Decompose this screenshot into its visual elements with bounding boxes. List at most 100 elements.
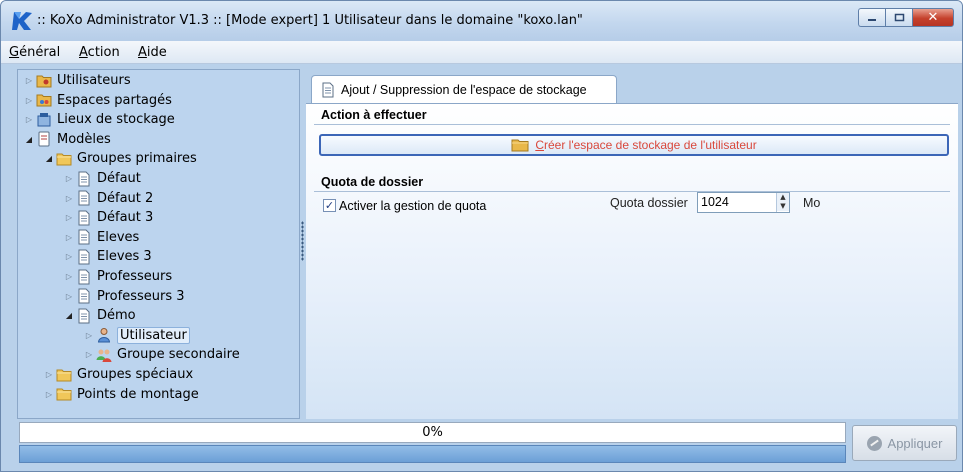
user-icon <box>96 327 112 343</box>
collapsed-arrow-icon[interactable]: ▷ <box>64 272 74 281</box>
stepper-down-icon[interactable]: ▼ <box>777 202 789 211</box>
tree-item-label: Utilisateur <box>117 326 190 344</box>
collapsed-arrow-icon[interactable]: ▷ <box>64 292 74 301</box>
apply-icon <box>866 435 882 451</box>
quota-unit: Mo <box>803 196 821 210</box>
menu-general[interactable]: Général <box>9 45 60 60</box>
tree-item-label: Eleves <box>97 229 140 245</box>
collapsed-arrow-icon[interactable]: ▷ <box>64 194 74 203</box>
document-icon <box>76 288 92 304</box>
tree-item[interactable]: ◢ Groupes primaires <box>44 149 197 168</box>
navigation-tree[interactable]: ▷ Utilisateurs ▷ Espaces partagés ▷ Lieux de … <box>17 69 300 419</box>
tree-item[interactable]: ▷ Professeurs <box>64 267 172 286</box>
tree-item-label: Points de montage <box>77 386 199 402</box>
tree-item[interactable]: ▷ Professeurs 3 <box>64 287 185 306</box>
status-bar <box>19 445 846 463</box>
tree-item-label: Groupes spéciaux <box>77 367 194 382</box>
collapsed-arrow-icon[interactable]: ▷ <box>24 115 34 124</box>
expanded-arrow-icon[interactable]: ◢ <box>44 154 54 163</box>
minimize-icon <box>867 19 876 21</box>
tree-item[interactable]: ▷ Points de montage <box>44 385 199 404</box>
create-storage-label: Créer l'espace de stockage de l'utilisat… <box>535 138 757 152</box>
expanded-arrow-icon[interactable]: ◢ <box>64 311 74 320</box>
group-icon <box>96 347 112 363</box>
progress-bar: 0% <box>19 422 846 443</box>
tree-item[interactable]: ▷ Lieux de stockage <box>24 110 175 129</box>
collapsed-arrow-icon[interactable]: ▷ <box>44 370 54 379</box>
maximize-button[interactable] <box>885 8 912 27</box>
close-icon: ✕ <box>927 10 939 25</box>
tree-item-label: Défaut 3 <box>97 210 154 226</box>
progress-text: 0% <box>422 425 443 440</box>
tree-item[interactable]: ▷ Défaut 3 <box>64 208 153 227</box>
tree-item-label: Lieux de stockage <box>57 112 175 128</box>
apply-label: Appliquer <box>887 435 943 451</box>
tree-item[interactable]: ▷ Eleves <box>64 228 139 247</box>
tab-label: Ajout / Suppression de l'espace de stock… <box>341 82 587 97</box>
content-pane: Ajout / Suppression de l'espace de stock… <box>306 69 958 419</box>
tree-item[interactable]: ◢ Démo <box>64 306 136 325</box>
collapsed-arrow-icon[interactable]: ▷ <box>24 96 34 105</box>
collapsed-arrow-icon[interactable]: ▷ <box>64 174 74 183</box>
tree-item-label: Défaut 2 <box>97 190 154 206</box>
tree-item[interactable]: ▷ Utilisateur <box>84 326 190 345</box>
tree-item-label: Professeurs <box>97 269 173 284</box>
collapsed-arrow-icon[interactable]: ▷ <box>64 233 74 242</box>
tab-panel: Action à effectuer Créer l'espace de sto… <box>306 103 958 419</box>
window-controls: ✕ <box>858 8 954 27</box>
koxo-logo-icon <box>12 12 32 30</box>
quota-checkbox-label: Activer la gestion de quota <box>339 199 487 213</box>
document-icon <box>76 229 92 245</box>
splitter-handle[interactable] <box>301 221 304 261</box>
tree-item-label: Utilisateurs <box>57 73 131 88</box>
collapsed-arrow-icon[interactable]: ▷ <box>44 390 54 399</box>
tree-item[interactable]: ▷ Groupe secondaire <box>84 345 240 364</box>
tree-item-label: Groupes primaires <box>77 151 197 167</box>
tree-item-label: Professeurs 3 <box>97 288 185 304</box>
stepper-up-icon[interactable]: ▲ <box>777 193 789 202</box>
menu-action[interactable]: Action <box>79 45 120 60</box>
tree-item-label: Groupe secondaire <box>117 347 240 363</box>
tree-item-label: Espaces partagés <box>57 92 172 108</box>
menu-aide[interactable]: Aide <box>138 45 167 60</box>
collapsed-arrow-icon[interactable]: ▷ <box>24 76 34 85</box>
tree-item[interactable]: ▷ Groupes spéciaux <box>44 365 193 384</box>
apply-button[interactable]: Appliquer <box>852 425 957 461</box>
quota-checkbox[interactable]: ✓ <box>323 199 336 212</box>
tree-item-label: Démo <box>97 308 136 324</box>
quota-stepper[interactable]: ▲ ▼ <box>776 193 789 212</box>
shared-space-icon <box>36 92 52 108</box>
close-button[interactable]: ✕ <box>912 8 954 27</box>
tree-item[interactable]: ▷ Utilisateurs <box>24 71 131 90</box>
tree-item[interactable]: ▷ Eleves 3 <box>64 247 152 266</box>
document-icon <box>76 171 92 187</box>
tree-item[interactable]: ▷ Défaut 2 <box>64 189 153 208</box>
collapsed-arrow-icon[interactable]: ▷ <box>64 213 74 222</box>
tree-item-label: Défaut <box>97 171 141 186</box>
tab-storage[interactable]: Ajout / Suppression de l'espace de stock… <box>311 75 617 103</box>
templates-icon <box>36 131 52 147</box>
tree-item[interactable]: ▷ Défaut <box>64 169 141 188</box>
checkmark-icon: ✓ <box>324 199 335 212</box>
folder-icon <box>511 139 529 152</box>
window-title: :: KoXo Administrator V1.3 :: [Mode expe… <box>37 13 583 28</box>
document-icon <box>322 82 334 97</box>
tree-item-label: Eleves 3 <box>97 249 152 265</box>
expanded-arrow-icon[interactable]: ◢ <box>24 135 34 144</box>
collapsed-arrow-icon[interactable]: ▷ <box>84 331 94 340</box>
title-bar[interactable]: :: KoXo Administrator V1.3 :: [Mode expe… <box>1 1 962 41</box>
tree-item[interactable]: ▷ Espaces partagés <box>24 91 172 110</box>
document-icon <box>76 249 92 265</box>
create-storage-button[interactable]: Créer l'espace de stockage de l'utilisat… <box>319 134 949 156</box>
tree-item[interactable]: ◢ Modèles <box>24 130 111 149</box>
collapsed-arrow-icon[interactable]: ▷ <box>84 350 94 359</box>
collapsed-arrow-icon[interactable]: ▷ <box>64 252 74 261</box>
main-window: :: KoXo Administrator V1.3 :: [Mode expe… <box>0 0 963 472</box>
minimize-button[interactable] <box>858 8 885 27</box>
menu-bar: Général Action Aide <box>1 41 962 64</box>
document-icon <box>76 308 92 324</box>
quota-field-label: Quota dossier <box>610 196 688 210</box>
document-icon <box>76 269 92 285</box>
users-folder-icon <box>36 73 52 89</box>
folder-icon <box>56 386 72 402</box>
